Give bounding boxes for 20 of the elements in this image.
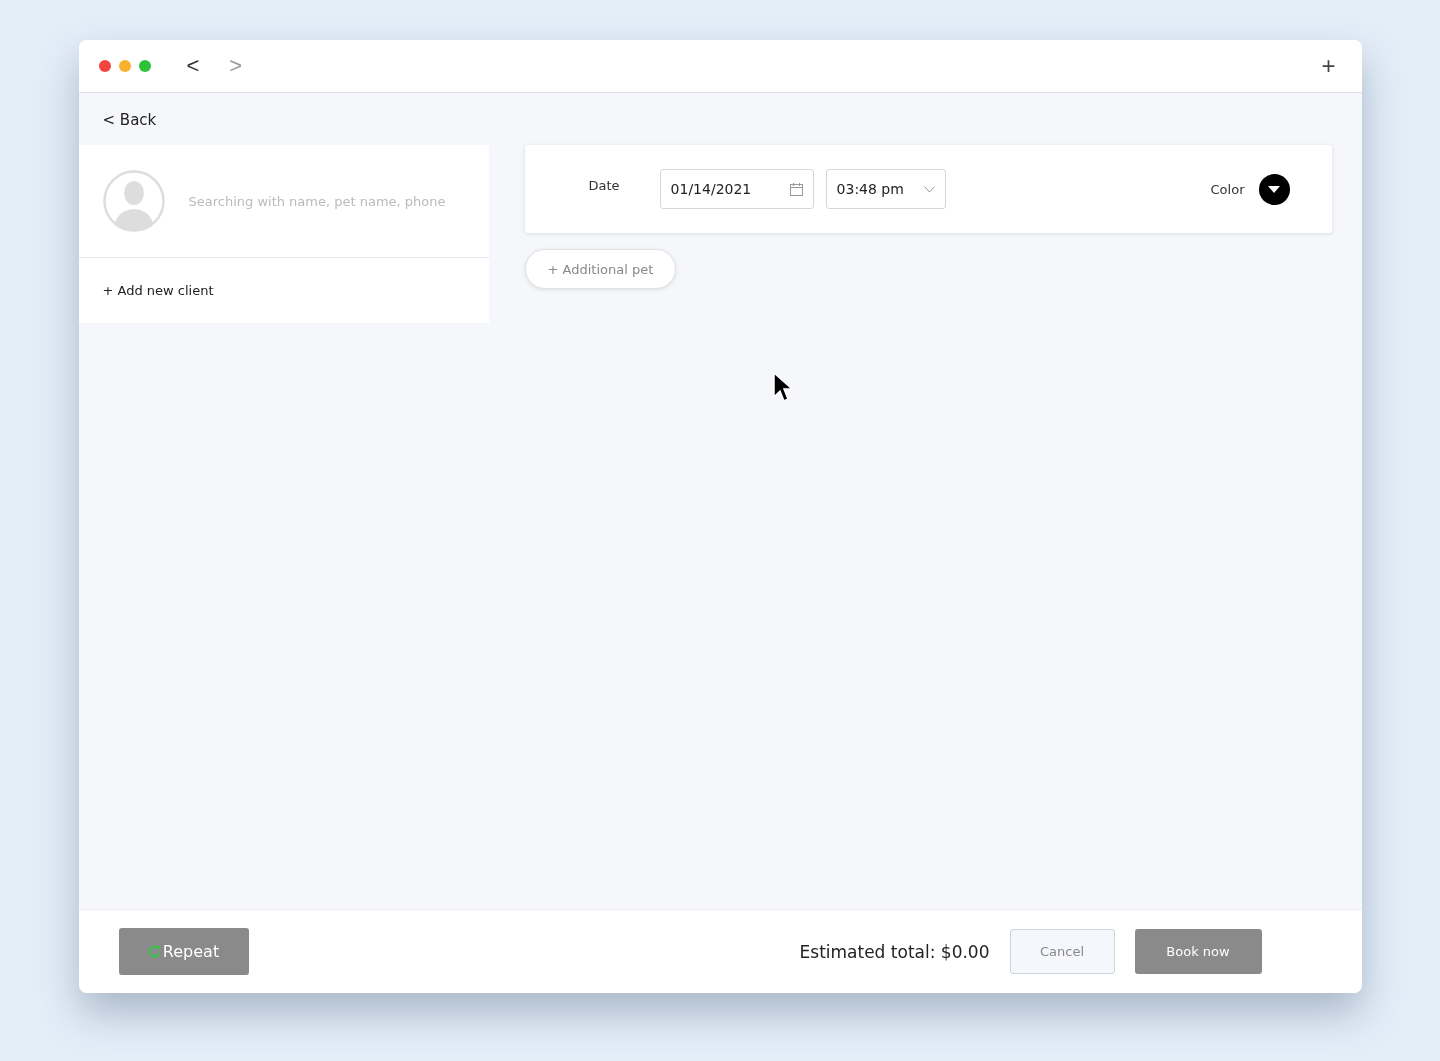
mouse-pointer-icon	[772, 372, 791, 404]
close-dot[interactable]	[98, 60, 111, 72]
caret-down-icon	[1268, 185, 1280, 193]
refresh-icon	[147, 945, 161, 958]
color-label: Color	[1210, 181, 1245, 197]
add-client-link[interactable]: + Add new client	[78, 258, 489, 323]
additional-pet-button[interactable]: + Additional pet	[524, 249, 677, 289]
maximize-dot[interactable]	[138, 60, 151, 72]
new-tab-button[interactable]: +	[1315, 51, 1342, 81]
back-link[interactable]: < Back	[102, 111, 157, 129]
color-picker-button[interactable]	[1258, 173, 1290, 205]
minimize-dot[interactable]	[118, 60, 131, 72]
date-field[interactable]: 01/14/2021	[659, 169, 814, 209]
date-label: Date	[588, 177, 620, 193]
avatar-icon	[102, 170, 165, 232]
chevron-down-icon	[923, 185, 935, 193]
calendar-icon	[789, 182, 803, 196]
estimated-total: Estimated total: $0.00	[799, 941, 990, 962]
back-arrow-button[interactable]: <	[178, 53, 208, 79]
time-select[interactable]: 03:48 pm	[825, 169, 946, 209]
